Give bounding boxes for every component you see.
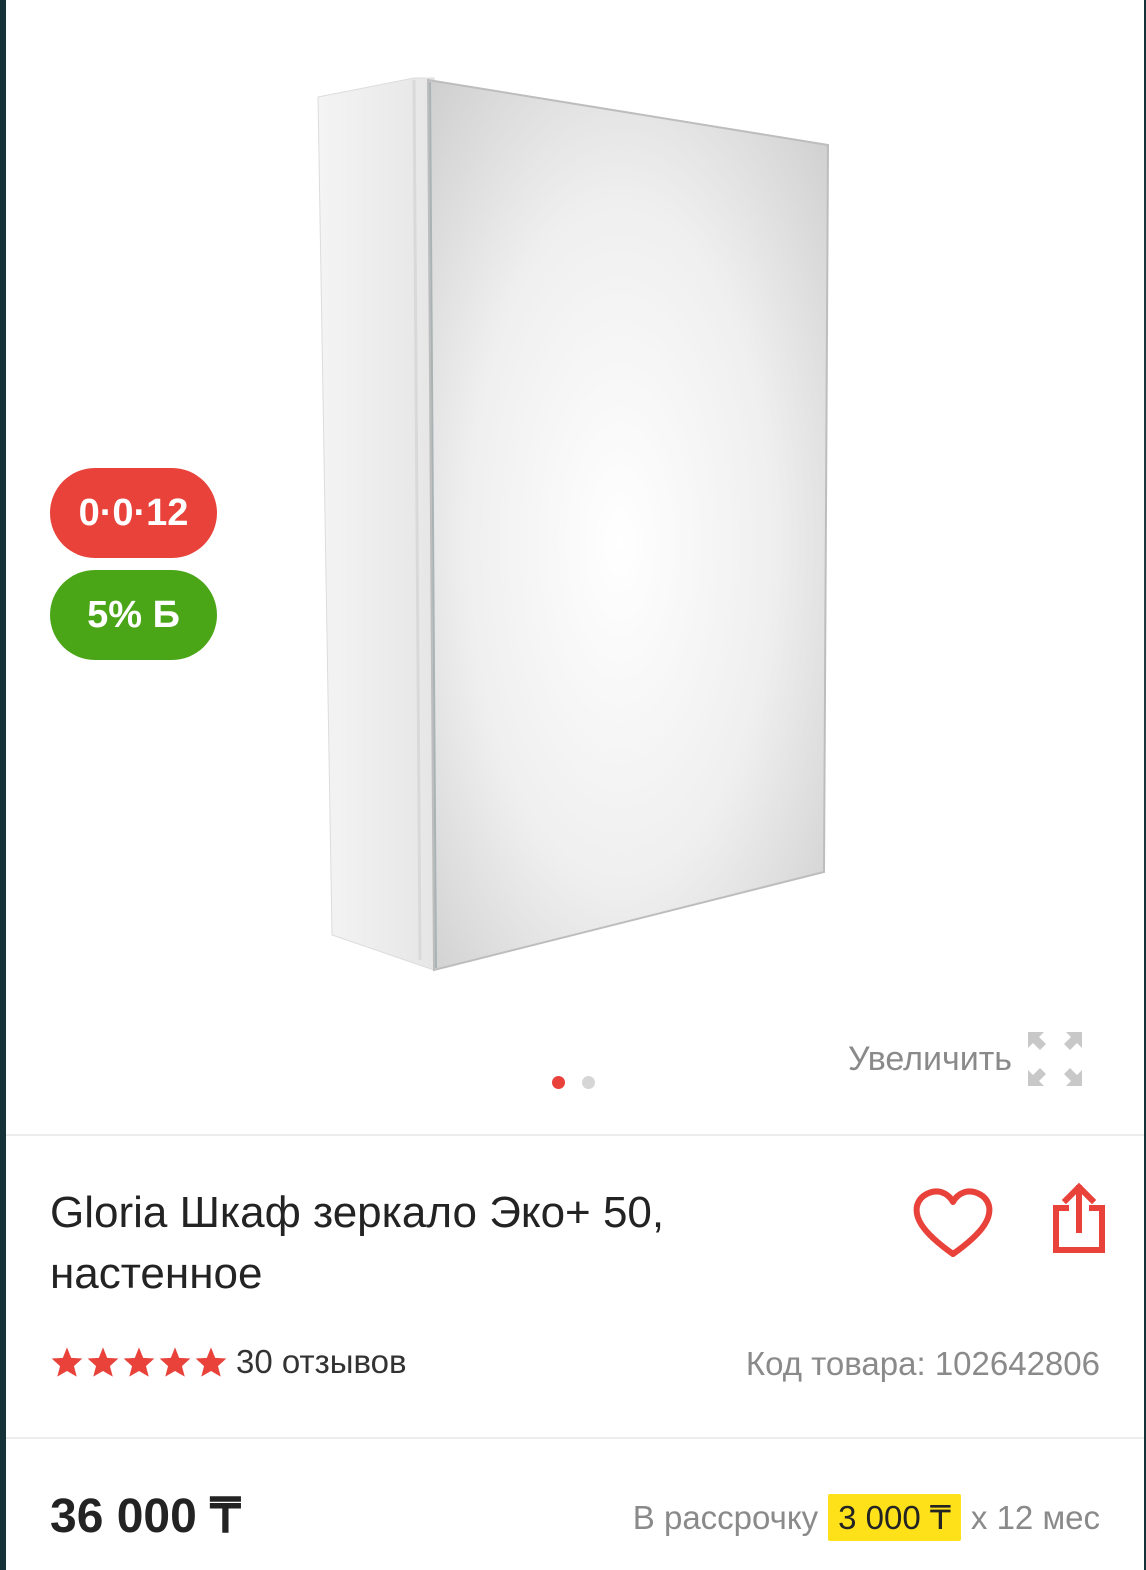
bonus-badge: 5% Б [50,570,217,660]
zoom-button[interactable]: Увеличить [848,1028,1084,1090]
star-icon [123,1347,155,1377]
star-icon [195,1347,227,1377]
share-icon [1053,1182,1105,1253]
installment-badge: 0·0·12 [50,468,217,558]
product-code: Код товара: 102642806 [745,1345,1100,1382]
product-page: 0·0·12 5% Б Увеличить Gloria Шкаф зеркал… [6,0,1144,1570]
rating-summary[interactable]: 30 отзывов [50,1343,407,1381]
installment-amount: 3 000 ₸ [828,1494,961,1541]
installment-term: x 12 мес [970,1498,1100,1536]
star-icon [51,1347,83,1377]
heart-icon [913,1188,993,1257]
carousel-dot-active[interactable] [552,1076,565,1089]
divider [6,1134,1144,1136]
rating-stars [50,1346,228,1378]
star-icon [159,1347,191,1377]
divider [6,1437,1144,1439]
installment-prefix: В рассрочку [632,1498,819,1536]
product-price: 36 000 ₸ [50,1490,241,1543]
carousel-indicator [552,1076,595,1089]
installment-offer[interactable]: В рассрочку 3 000 ₸ x 12 мес [633,1494,1100,1541]
star-icon [87,1347,119,1377]
share-button[interactable] [1048,1180,1110,1259]
carousel-dot[interactable] [582,1076,595,1089]
reviews-link[interactable]: 30 отзывов [236,1343,407,1381]
zoom-label: Увеличить [848,1039,1012,1078]
product-title: Gloria Шкаф зеркало Эко+ 50, настенное [50,1188,665,1298]
favorite-button[interactable] [911,1188,995,1265]
expand-icon [1027,1032,1082,1086]
product-gallery[interactable]: 0·0·12 5% Б Увеличить [6,0,1144,1136]
